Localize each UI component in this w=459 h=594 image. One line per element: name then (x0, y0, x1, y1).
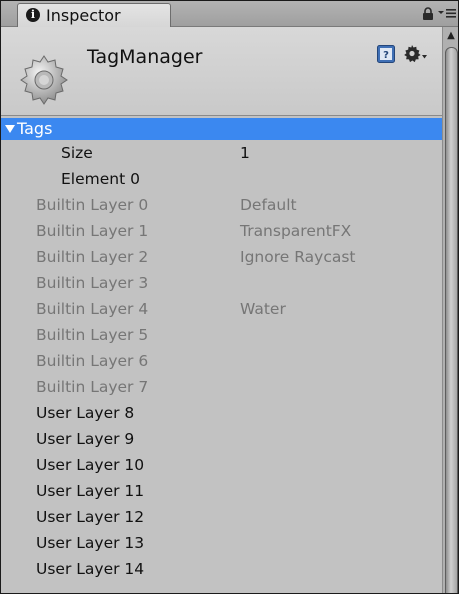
info-icon: i (26, 8, 40, 22)
builtin-layer-row: Builtin Layer 3 (1, 270, 442, 296)
builtin-layer-label: Builtin Layer 3 (36, 274, 149, 292)
svg-text:?: ? (383, 50, 389, 61)
builtin-layer-value: Water (240, 300, 286, 318)
inspector-header: TagManager ? (1, 27, 442, 116)
builtin-layer-row: Builtin Layer 5 (1, 322, 442, 348)
property-list: Tags Size 1 Element 0 Builtin Layer 0 De… (1, 118, 442, 582)
tags-element-row: Element 0 (1, 166, 442, 192)
builtin-layer-label: Builtin Layer 1 (36, 222, 149, 240)
user-layer-label: User Layer 12 (36, 508, 145, 526)
builtin-layer-value: Ignore Raycast (240, 248, 356, 266)
user-layer-row: User Layer 9 (1, 426, 442, 452)
builtin-layer-value: TransparentFX (240, 222, 352, 240)
builtin-layer-row: Builtin Layer 1 TransparentFX (1, 218, 442, 244)
builtin-layer-row: Builtin Layer 2 Ignore Raycast (1, 244, 442, 270)
user-layer-label: User Layer 10 (36, 456, 145, 474)
user-layer-row: User Layer 14 (1, 556, 442, 582)
builtin-layer-row: Builtin Layer 7 (1, 374, 442, 400)
tags-foldout[interactable]: Tags (1, 118, 442, 140)
inspector-window: i Inspector TagManager ? ▲ Tags Size 1 E… (0, 0, 459, 594)
tab-menu-icon[interactable] (438, 6, 456, 20)
builtin-layer-value: Default (240, 196, 297, 214)
tab-label: Inspector (46, 6, 121, 25)
lock-icon[interactable] (422, 7, 434, 20)
user-layer-label: User Layer 13 (36, 534, 145, 552)
user-layer-label: User Layer 8 (36, 404, 135, 422)
tags-label: Tags (17, 119, 53, 138)
tags-size-row: Size 1 (1, 140, 442, 166)
user-layer-row: User Layer 13 (1, 530, 442, 556)
size-value-field[interactable]: 1 (240, 140, 250, 166)
size-label: Size (61, 144, 93, 162)
builtin-layer-row: Builtin Layer 4 Water (1, 296, 442, 322)
user-layer-row: User Layer 11 (1, 478, 442, 504)
help-icon[interactable]: ? (377, 45, 395, 63)
user-layer-label: User Layer 9 (36, 430, 135, 448)
gear-icon (20, 55, 68, 105)
builtin-layer-label: Builtin Layer 5 (36, 326, 149, 344)
user-layer-row: User Layer 8 (1, 400, 442, 426)
object-name: TagManager (87, 46, 203, 68)
scroll-thumb[interactable] (445, 47, 458, 593)
builtin-layer-row: Builtin Layer 0 Default (1, 192, 442, 218)
builtin-layer-label: Builtin Layer 4 (36, 300, 149, 318)
tab-strip: i Inspector (1, 1, 458, 27)
user-layer-row: User Layer 12 (1, 504, 442, 530)
element-label: Element 0 (61, 170, 140, 188)
builtin-layer-label: Builtin Layer 2 (36, 248, 149, 266)
vertical-scrollbar[interactable]: ▲ (442, 27, 458, 593)
foldout-arrow-icon[interactable] (5, 125, 15, 133)
tab-inspector[interactable]: i Inspector (17, 3, 171, 27)
builtin-layer-label: Builtin Layer 6 (36, 352, 149, 370)
user-layer-label: User Layer 14 (36, 560, 145, 578)
scroll-up-arrow-icon[interactable]: ▲ (443, 27, 458, 45)
user-layer-row: User Layer 10 (1, 452, 442, 478)
settings-icon[interactable] (403, 43, 427, 63)
builtin-layer-label: Builtin Layer 0 (36, 196, 149, 214)
user-layer-label: User Layer 11 (36, 482, 145, 500)
builtin-layer-label: Builtin Layer 7 (36, 378, 149, 396)
builtin-layer-row: Builtin Layer 6 (1, 348, 442, 374)
